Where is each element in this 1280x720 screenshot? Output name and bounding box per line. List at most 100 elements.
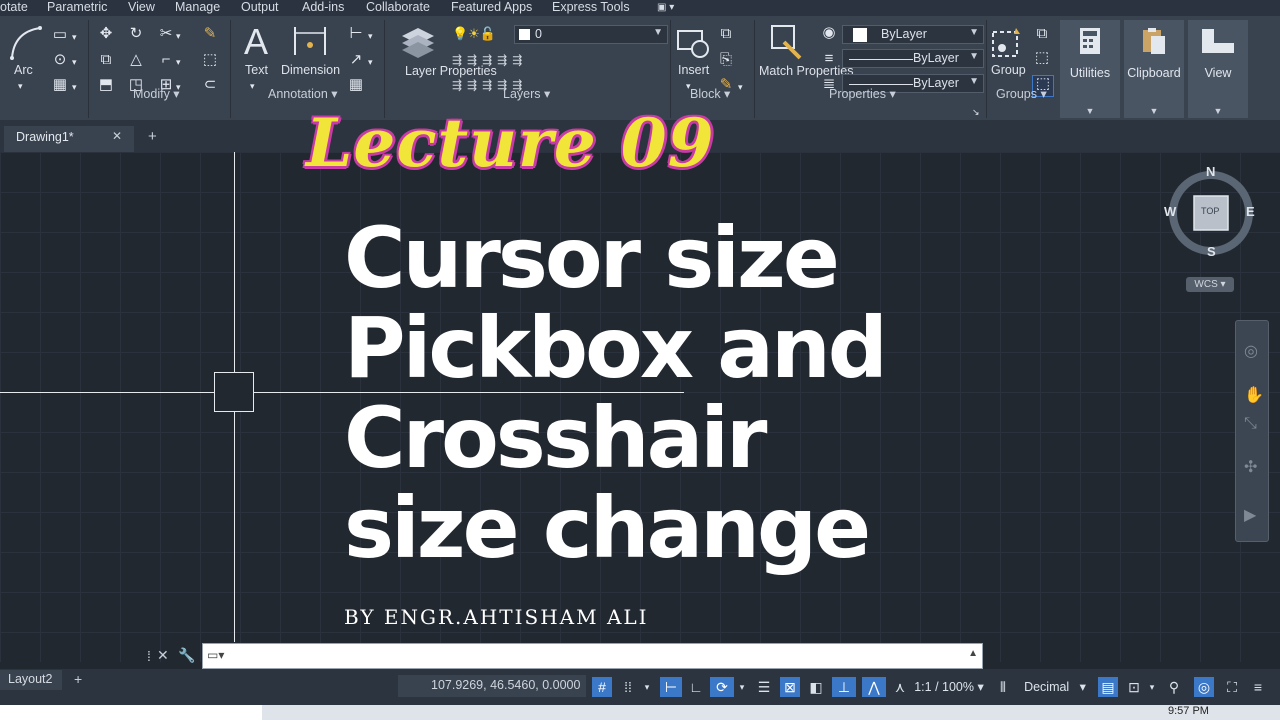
- create-block-icon[interactable]: ⧉: [716, 26, 736, 42]
- boundary-icon[interactable]: ▦: [50, 77, 70, 93]
- command-history-icon[interactable]: ▲: [968, 648, 978, 659]
- group-edit-icon[interactable]: ⬚: [1032, 50, 1052, 66]
- edit-block-icon[interactable]: ⎘: [716, 52, 736, 68]
- grid-toggle-icon[interactable]: #: [592, 677, 612, 697]
- rotate-icon[interactable]: ↻: [126, 26, 146, 42]
- explode-icon[interactable]: ⬚: [200, 52, 220, 68]
- layers-panel-title[interactable]: Layers ▾: [503, 86, 550, 101]
- quick-properties-icon[interactable]: ▤: [1098, 677, 1118, 697]
- layer-tools-row1-icons[interactable]: ⇶⇶⇶⇶⇶: [452, 52, 572, 68]
- modify-panel-title[interactable]: Modify ▾: [133, 86, 180, 101]
- compass-east[interactable]: E: [1246, 204, 1255, 219]
- leader-icon[interactable]: ↗: [346, 52, 366, 68]
- menu-item-parametric[interactable]: Parametric: [47, 0, 107, 15]
- properties-panel-title[interactable]: Properties ▾: [829, 86, 896, 101]
- menu-item-featured-apps[interactable]: Featured Apps: [451, 0, 532, 15]
- close-command-icon[interactable]: ✕: [157, 647, 169, 664]
- command-prompt-icon[interactable]: ▭▾: [207, 648, 224, 662]
- annotation-visibility-icon[interactable]: ⋀: [862, 677, 886, 697]
- mirror-icon[interactable]: △: [126, 52, 146, 68]
- offset-icon[interactable]: ⊂: [200, 77, 220, 93]
- rect-dropdown-icon[interactable]: ▾: [72, 29, 77, 45]
- text-label[interactable]: Text: [245, 63, 268, 77]
- taskbar-search-area[interactable]: [0, 705, 262, 720]
- arc-label[interactable]: Arc: [14, 63, 33, 77]
- menu-item-output[interactable]: Output: [241, 0, 279, 15]
- snap-mode-icon[interactable]: ⁞⁞: [618, 677, 638, 697]
- layer-properties-icon[interactable]: [400, 24, 436, 58]
- pan-icon[interactable]: ✋: [1244, 385, 1264, 405]
- rectangle-icon[interactable]: ▭: [50, 27, 70, 43]
- transparency-icon[interactable]: ◧: [806, 677, 826, 697]
- showmotion-icon[interactable]: ▶: [1244, 505, 1256, 525]
- annotation-scale[interactable]: 1:1 / 100% ▾: [914, 677, 984, 697]
- compass-north[interactable]: N: [1206, 164, 1215, 179]
- menu-item-manage[interactable]: Manage: [175, 0, 220, 15]
- object-snap-icon[interactable]: ⊠: [780, 677, 800, 697]
- units-selector[interactable]: Decimal ▾: [1014, 677, 1096, 697]
- linear-dim-dropdown-icon[interactable]: ▾: [368, 28, 373, 44]
- isodraft-icon[interactable]: ☰: [754, 677, 774, 697]
- tab-drawing1[interactable]: Drawing1* ✕: [4, 126, 134, 152]
- new-layout-button[interactable]: +: [74, 671, 82, 687]
- video-toggle-icon[interactable]: ▣ ▾: [657, 0, 674, 15]
- wcs-menu[interactable]: WCS ▾: [1186, 277, 1234, 292]
- coordinates-readout[interactable]: 107.9269, 46.5460, 0.0000: [398, 675, 586, 697]
- viewcube[interactable]: N S E W TOP: [1164, 164, 1255, 259]
- menu-item-annotate[interactable]: otate: [0, 0, 28, 15]
- lock-ui-icon[interactable]: ⊡: [1124, 677, 1144, 697]
- tab-layout2[interactable]: Layout2: [0, 670, 62, 690]
- menu-item-addins[interactable]: Add-ins: [302, 0, 344, 15]
- properties-launcher-icon[interactable]: ↘: [972, 104, 980, 120]
- annotation-panel-title[interactable]: Annotation ▾: [268, 86, 338, 101]
- layer-dropdown[interactable]: 0 ▼: [514, 25, 668, 44]
- group-icon[interactable]: [990, 26, 1024, 60]
- stretch-icon[interactable]: ⬒: [96, 77, 116, 93]
- match-properties-label[interactable]: Match Properties: [759, 63, 853, 79]
- lock-ui-dropdown-icon[interactable]: ▾: [1146, 677, 1158, 697]
- hatch-dropdown-icon[interactable]: ▾: [72, 54, 77, 70]
- fillet-icon[interactable]: ⌐: [156, 52, 176, 68]
- isolate-objects-icon[interactable]: ⚲: [1164, 677, 1184, 697]
- menu-item-view[interactable]: View: [128, 0, 155, 15]
- insert-block-icon[interactable]: [676, 25, 710, 59]
- viewcube-face-top[interactable]: TOP: [1201, 206, 1219, 216]
- clean-screen-icon[interactable]: ⛶: [1222, 677, 1242, 697]
- text-dropdown-icon[interactable]: ▾: [250, 78, 255, 94]
- table-icon[interactable]: ▦: [346, 77, 366, 93]
- clipboard-button[interactable]: Clipboard ▼: [1124, 20, 1184, 118]
- command-input[interactable]: ▭▾ ▲: [202, 643, 983, 669]
- infer-constraints-icon[interactable]: ⊢: [660, 677, 682, 697]
- snap-dropdown-icon[interactable]: ▾: [641, 677, 653, 697]
- copy-icon[interactable]: ⧉: [96, 52, 116, 68]
- trim-icon[interactable]: ✂: [156, 26, 176, 42]
- close-tab-icon[interactable]: ✕: [112, 129, 122, 143]
- hatch-icon[interactable]: ⊙: [50, 52, 70, 68]
- insert-label[interactable]: Insert: [678, 63, 709, 77]
- match-properties-icon[interactable]: [770, 24, 804, 60]
- linear-dim-icon[interactable]: ⊢: [346, 26, 366, 42]
- compass-west[interactable]: W: [1164, 204, 1176, 219]
- utilities-button[interactable]: Utilities ▼: [1060, 20, 1120, 118]
- dimension-label[interactable]: Dimension: [281, 63, 340, 77]
- linetype-dropdown[interactable]: ByLayer ▼: [842, 49, 984, 68]
- arc-icon[interactable]: [8, 24, 44, 60]
- command-grip-icon[interactable]: ⁞: [147, 648, 151, 664]
- customize-wrench-icon[interactable]: 🔧: [178, 647, 195, 664]
- steering-wheel-icon[interactable]: ◎: [1244, 341, 1258, 361]
- attributes-dropdown-icon[interactable]: ▾: [738, 79, 743, 95]
- auto-scale-icon[interactable]: ⋏: [890, 677, 910, 697]
- move-icon[interactable]: ✥: [96, 26, 116, 42]
- dimension-icon[interactable]: [292, 25, 328, 59]
- text-icon[interactable]: A: [240, 22, 272, 62]
- menu-item-express-tools[interactable]: Express Tools: [552, 0, 630, 15]
- taskbar-clock[interactable]: 9:57 PM: [1168, 705, 1209, 717]
- groups-panel-title[interactable]: Groups ▾: [996, 86, 1047, 101]
- dynamic-ucs-icon[interactable]: ⊥: [832, 677, 856, 697]
- polar-tracking-icon[interactable]: ⟳: [710, 677, 734, 697]
- zoom-extents-icon[interactable]: ⤡: [1244, 415, 1257, 433]
- erase-icon[interactable]: ✎: [200, 26, 220, 42]
- color-dropdown[interactable]: ByLayer ▼: [842, 25, 984, 44]
- hardware-acceleration-icon[interactable]: ◎: [1194, 677, 1214, 697]
- group-label[interactable]: Group: [991, 63, 1026, 77]
